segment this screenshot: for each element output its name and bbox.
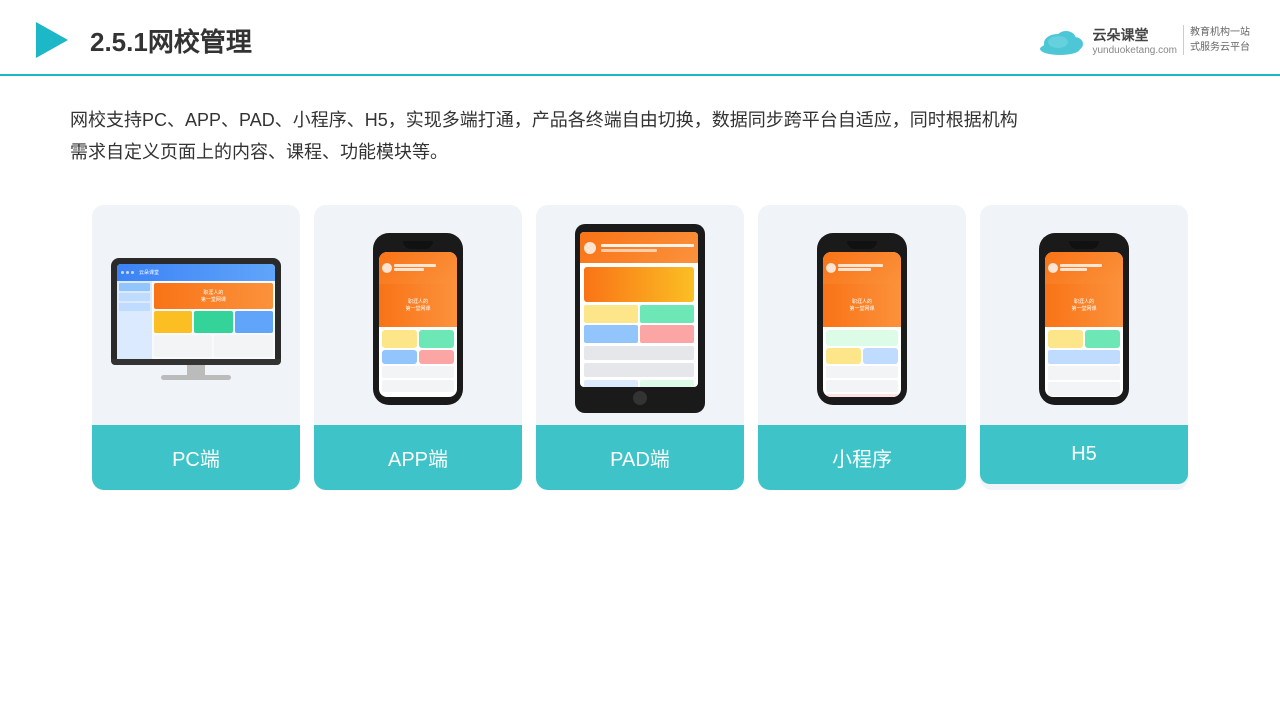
card-label-pad: PAD端 xyxy=(536,425,744,490)
logo-text-area: 云朵课堂 yunduoketang.com xyxy=(1092,25,1177,56)
phone-mockup-h5: 职涯人的第一堂网课 xyxy=(1039,233,1129,405)
card-label-miniapp: 小程序 xyxy=(758,425,966,490)
pad-mockup xyxy=(575,224,705,413)
card-miniapp: 职涯人的第一堂网课 xyxy=(758,205,966,490)
card-image-pc: 云朵课堂 职涯人的第一堂网课 xyxy=(92,205,300,425)
header-left: 2.5.1网校管理 xyxy=(30,18,252,62)
card-image-h5: 职涯人的第一堂网课 xyxy=(980,205,1188,425)
card-label-app: APP端 xyxy=(314,425,522,490)
page-title: 2.5.1网校管理 xyxy=(90,22,252,59)
cloud-icon xyxy=(1038,25,1086,55)
card-image-miniapp: 职涯人的第一堂网课 xyxy=(758,205,966,425)
logo-cloud: 云朵课堂 yunduoketang.com 教育机构一站 式服务云平台 xyxy=(1038,25,1250,56)
description: 网校支持PC、APP、PAD、小程序、H5，实现多端打通，产品各终端自由切换，数… xyxy=(0,76,1280,185)
logo-url: yunduoketang.com xyxy=(1092,45,1177,56)
card-h5: 职涯人的第一堂网课 xyxy=(980,205,1188,490)
logo-name: 云朵课堂 xyxy=(1092,25,1177,45)
pc-mockup: 云朵课堂 职涯人的第一堂网课 xyxy=(111,258,281,380)
card-label-h5: H5 xyxy=(980,425,1188,484)
header: 2.5.1网校管理 云朵课堂 yunduoketang.com 教育机构一站 式… xyxy=(0,0,1280,76)
card-label-pc: PC端 xyxy=(92,425,300,490)
card-pad: PAD端 xyxy=(536,205,744,490)
card-pc: 云朵课堂 职涯人的第一堂网课 xyxy=(92,205,300,490)
phone-mockup-app: 职涯人的第一堂网课 xyxy=(373,233,463,405)
phone-mockup-miniapp: 职涯人的第一堂网课 xyxy=(817,233,907,405)
play-icon xyxy=(30,18,74,62)
card-image-pad xyxy=(536,205,744,425)
cards-container: 云朵课堂 职涯人的第一堂网课 xyxy=(0,185,1280,510)
card-image-app: 职涯人的第一堂网课 xyxy=(314,205,522,425)
card-app: 职涯人的第一堂网课 xyxy=(314,205,522,490)
logo-sub: 教育机构一站 式服务云平台 xyxy=(1183,25,1250,55)
description-text: 网校支持PC、APP、PAD、小程序、H5，实现多端打通，产品各终端自由切换，数… xyxy=(70,110,1018,162)
logo-area: 云朵课堂 yunduoketang.com 教育机构一站 式服务云平台 xyxy=(1038,25,1250,56)
